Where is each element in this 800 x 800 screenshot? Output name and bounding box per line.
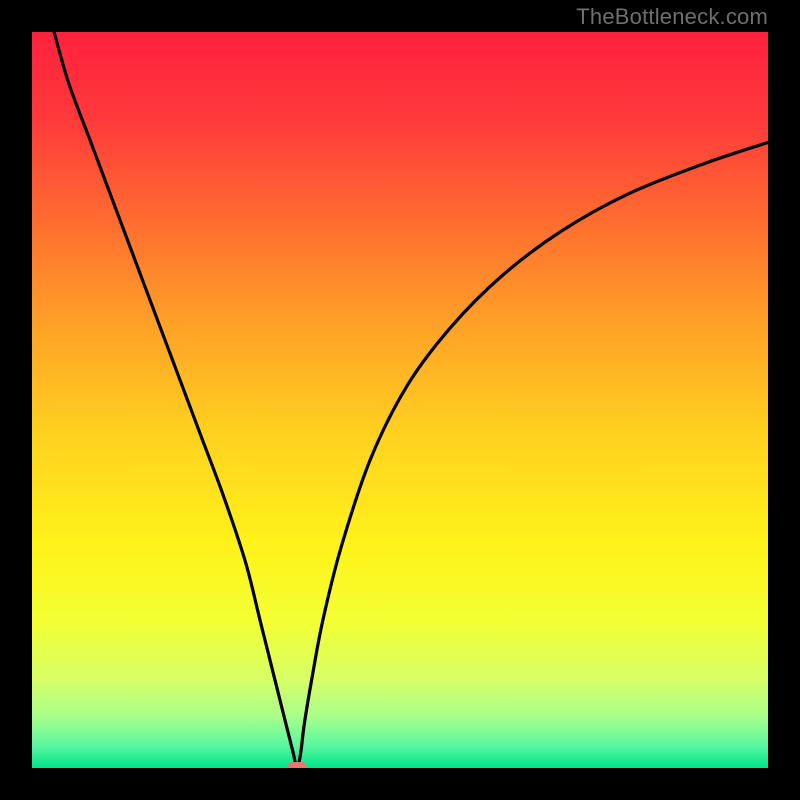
minimum-marker: [287, 762, 307, 768]
chart-frame: TheBottleneck.com: [0, 0, 800, 800]
bottleneck-curve: [32, 32, 768, 768]
watermark-text: TheBottleneck.com: [576, 4, 768, 30]
plot-area: [32, 32, 768, 768]
